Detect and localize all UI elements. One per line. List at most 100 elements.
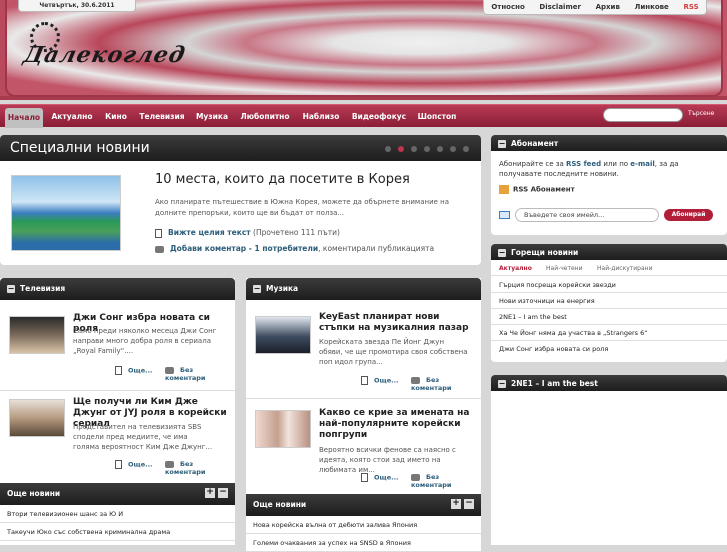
divider [0,390,235,391]
nav-item-curious[interactable]: Любопитно [236,105,294,128]
email-link[interactable]: e-mail [630,160,654,168]
search-button[interactable]: Търсене [688,110,714,117]
nav-item-news[interactable]: Актуално [48,105,96,128]
nav-item-nearby[interactable]: Наблизо [298,105,344,128]
music-header: − Музика [246,278,481,300]
tab-current[interactable]: Актуално [499,265,532,272]
subscribe-button[interactable]: Абонирай [664,209,713,221]
more-link[interactable]: Още... [361,473,399,482]
nav-item-videofocus[interactable]: Видеофокус [349,105,409,128]
collapse-icon[interactable]: − [7,285,15,293]
document-icon [361,376,368,385]
nav-item-shopstop[interactable]: Шопстоп [413,105,461,128]
header: Четвъртък, 30.6.2011 Далекоглед Относно … [0,0,727,100]
nav-item-tv[interactable]: Телевизия [135,105,189,128]
special-news-title: Специални новини [10,140,150,156]
site-logo[interactable]: Далекоглед [20,18,188,82]
list-item[interactable]: Нови източници на енергия [491,293,727,309]
add-comment-link[interactable]: Добави коментар - 1 потребители [170,244,318,253]
hot-news-tabs: Актуално Най-четени Най-дискутирани [491,262,727,276]
list-item[interactable]: 2NE1 – I am the best [491,309,727,325]
collapse-icon[interactable]: − [253,285,261,293]
hot-news-header: − Горещи новини [491,244,727,260]
more-news-header: Още новини + − [246,494,481,516]
logo-text: Далекоглед [21,42,189,68]
music-article-thumb[interactable] [255,316,311,354]
slider-dot[interactable] [411,146,417,152]
top-link-archive[interactable]: Архив [596,3,620,11]
music-article-title[interactable]: KeyEast планират нови стъпки на музикалн… [319,312,477,334]
special-news: Специални новини 10 места, които да посе… [0,135,481,265]
top-link-disclaimer[interactable]: Disclaimer [539,3,581,11]
read-more-link[interactable]: Вижте целия текст [168,228,251,237]
comment-suffix: , коментирали публикацията [318,244,435,253]
comment-icon [165,460,174,468]
comments-link[interactable]: Без коментари [165,460,235,476]
tab-most-discussed[interactable]: Най-дискутирани [597,265,652,272]
tv-more-news: Още новини + − Втори телевизионен шанс за… [0,483,235,541]
video-box: −2NE1 – I am the best [491,375,727,545]
rss-feed-link[interactable]: RSS feed [566,160,601,168]
nav-item-home[interactable]: Начало [5,108,43,128]
more-link[interactable]: Още... [115,460,153,469]
collapse-icon[interactable]: − [498,380,506,388]
list-item[interactable]: Втори телевизионен шанс за Ю И [0,505,235,523]
slider-dot[interactable] [385,146,391,152]
rss-subscribe-link[interactable]: RSS Абонамент [499,185,575,194]
plus-icon[interactable]: + [205,488,215,498]
list-item[interactable]: Големи очаквания за успех на SNSD в Япон… [246,534,481,552]
search-input[interactable] [603,108,683,122]
tv-title: Телевизия [20,284,66,293]
more-link[interactable]: Още... [115,366,153,375]
top-link-about[interactable]: Относно [491,3,524,11]
more-news-header: Още новини + − [0,483,235,505]
document-icon [361,473,368,482]
list-item[interactable]: Ха Че Йонг няма да участва в „Strangers … [491,325,727,341]
comment-line: Добави коментар - 1 потребители, коменти… [155,244,434,253]
document-icon [115,460,122,469]
divider [246,398,481,399]
slider-dots [385,146,469,152]
list-item[interactable]: Гърция посреща корейски звезди [491,277,727,293]
email-field[interactable]: Въведете своя имейл... [515,208,659,222]
special-article-text: Ако планирате пътешествие в Южна Корея, … [155,198,450,217]
subscribe-box: − Абонамент Абонирайте се за RSS feed или… [491,135,727,235]
music-article-text: Вероятно всички фенове са наясно с идеят… [319,446,456,474]
nav-item-music[interactable]: Музика [192,105,232,128]
minus-icon[interactable]: − [464,499,474,509]
subscribe-header: − Абонамент [491,135,727,151]
more-link[interactable]: Още... [361,376,399,385]
music-section: − Музика KeyEast планират нови стъпки на … [246,278,481,552]
document-icon [115,366,122,375]
slider-dot[interactable] [424,146,430,152]
slider-dot[interactable] [463,146,469,152]
plus-icon[interactable]: + [451,499,461,509]
collapse-icon[interactable]: − [498,140,506,148]
slider-dot[interactable] [437,146,443,152]
collapse-icon[interactable]: − [498,249,506,257]
tab-most-read[interactable]: Най-четени [546,265,583,272]
list-item[interactable]: Джи Сонг избра новата си роля [491,341,727,357]
music-title: Музика [266,284,299,293]
nav-item-cinema[interactable]: Кино [100,105,132,128]
comments-link[interactable]: Без коментари [165,366,235,382]
special-news-header: Специални новини [0,135,481,161]
comment-icon [411,376,420,384]
tv-article-text: Само преди няколко месеца Джи Сонг напра… [73,327,217,355]
special-article-image[interactable] [11,175,121,251]
envelope-icon [499,211,510,219]
top-link-rss[interactable]: RSS [683,3,698,11]
top-link-links[interactable]: Линкове [635,3,669,11]
comments-link[interactable]: Без коментари [411,473,481,489]
slider-dot[interactable] [450,146,456,152]
special-article-title[interactable]: 10 места, които да посетите в Корея [155,172,410,187]
slider-dot-active[interactable] [398,146,404,152]
list-item[interactable]: Такеучи Юко със собствена криминална дра… [0,523,235,541]
comments-link[interactable]: Без коментари [411,376,481,392]
minus-icon[interactable]: − [218,488,228,498]
tv-article-thumb[interactable] [9,316,65,354]
music-article-title[interactable]: Какво се крие за имената на най-популярн… [319,408,477,441]
music-article-thumb[interactable] [255,410,311,448]
list-item[interactable]: Нова корейска вълна от дебюти залива Япо… [246,516,481,534]
tv-article-thumb[interactable] [9,399,65,437]
